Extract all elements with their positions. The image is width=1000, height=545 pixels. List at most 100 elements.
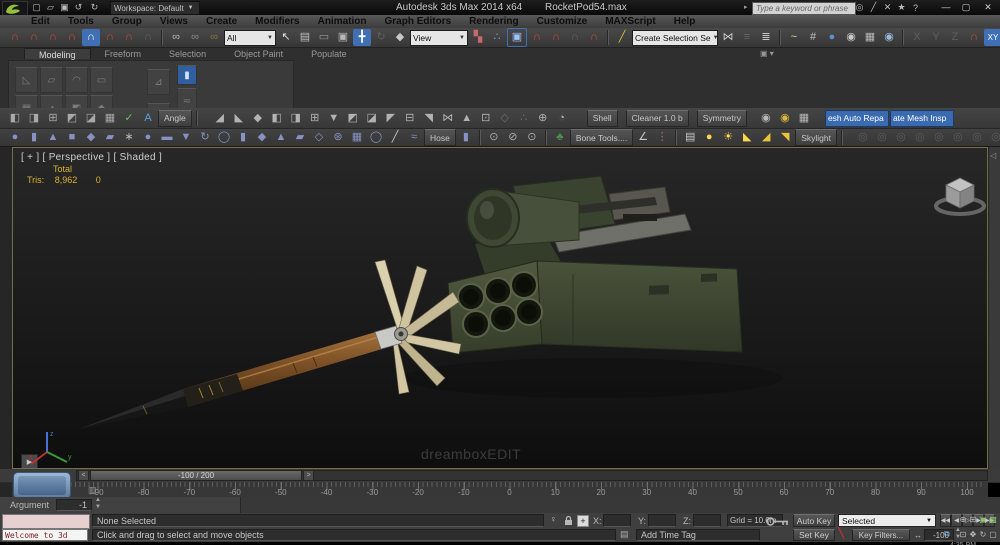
polygon-modeling-button[interactable]: ▮ <box>177 65 197 85</box>
maxscript-listener-input[interactable]: Welcome to 3d <box>2 529 88 541</box>
toolbar1-icon-6[interactable]: ▦ <box>101 110 119 127</box>
autogrid-icon[interactable]: A <box>139 110 157 127</box>
zoom-region-icon[interactable]: ⊡ <box>958 528 968 540</box>
rendered-frame-icon[interactable]: ▦ <box>861 29 879 46</box>
sun-light-icon[interactable]: ☀ <box>719 129 737 146</box>
sim-icon-2[interactable]: ◎ <box>873 129 891 146</box>
layer-manager-icon[interactable]: ≣ <box>757 29 775 46</box>
circle-icon[interactable]: ◯ <box>367 129 385 146</box>
collapse-icon[interactable]: ⊕ <box>534 110 552 127</box>
spot-light-2-icon[interactable]: ◢ <box>757 129 775 146</box>
snap-active-icon[interactable]: ∩ <box>82 29 100 46</box>
torus-icon[interactable]: ◯ <box>215 129 233 146</box>
viewport-label[interactable]: [ + ] [ Perspective ] [ Shaded ] <box>21 152 162 163</box>
region-select-icon[interactable]: ▭ <box>315 29 333 46</box>
bind-to-space-warp-icon[interactable]: ∞ <box>205 29 223 46</box>
named-sets-combo[interactable]: Create Selection Se▼ <box>632 30 718 46</box>
spindle-icon[interactable]: ▼ <box>177 129 195 146</box>
y-coord-field[interactable] <box>648 514 676 527</box>
smooth-icon[interactable]: ▲ <box>458 110 476 127</box>
sim-icon-6[interactable]: ◎ <box>949 129 967 146</box>
sim-icon-7[interactable]: ◎ <box>968 129 986 146</box>
select-mode-3-icon[interactable]: ⊙ <box>523 129 541 146</box>
set-key-button[interactable]: Set Key <box>793 529 835 541</box>
menu-edit[interactable]: Edit <box>22 15 59 28</box>
x-coord-field[interactable] <box>603 514 631 527</box>
cylinder-icon[interactable]: ▮ <box>25 129 43 146</box>
select-object-icon[interactable]: ↖ <box>277 29 295 46</box>
bone-icon[interactable]: ∠ <box>634 129 652 146</box>
toolbar1-icon-1[interactable]: ◧ <box>6 110 24 127</box>
add-time-tag-field[interactable]: Add Time Tag <box>636 529 760 541</box>
reference-coordinate-combo[interactable]: View▼ <box>410 30 468 46</box>
align-icon[interactable]: ≡ <box>738 29 756 46</box>
pan-icon[interactable]: ✥ <box>968 528 978 540</box>
relax-icon[interactable]: ⊡ <box>477 110 495 127</box>
timeline-ruler[interactable]: -100-90-80-70-60-50-40-30-20-10010203040… <box>12 482 988 498</box>
foliage-icon[interactable]: ♣ <box>551 129 569 146</box>
percent-snap-toggle-icon[interactable]: ∩ <box>566 29 584 46</box>
save-file-icon[interactable]: ▣ <box>58 1 71 14</box>
next-frame-button[interactable]: > <box>303 470 314 481</box>
maxscript-listener-pink[interactable] <box>2 514 90 529</box>
bone-tools-button[interactable]: Bone Tools.... <box>570 129 633 146</box>
spring-icon[interactable]: ≈ <box>405 129 423 146</box>
exchange-icon[interactable]: ✕ <box>881 1 894 14</box>
key-filters-button[interactable]: Key Filters... <box>852 529 910 541</box>
unlink-selection-icon[interactable]: ∞ <box>186 29 204 46</box>
restrict-xy-plane-icon[interactable]: XY <box>984 29 1000 46</box>
absolute-offset-toggle-icon[interactable]: + <box>577 515 589 527</box>
orbit-icon[interactable]: ↻ <box>978 528 988 540</box>
restrict-x-icon[interactable]: X <box>908 29 926 46</box>
bridge-icon[interactable]: ◨ <box>287 110 305 127</box>
menu-customize[interactable]: Customize <box>528 15 597 28</box>
open-file-icon[interactable]: ▱ <box>44 1 57 14</box>
viewcube[interactable] <box>929 156 988 220</box>
go-to-start-button[interactable]: ◀◀ <box>940 514 951 527</box>
spot-light-1-icon[interactable]: ◣ <box>738 129 756 146</box>
slice-icon[interactable]: ◤ <box>382 110 400 127</box>
snap-2d-icon[interactable]: ∩ <box>6 29 24 46</box>
snap-toggle-icon[interactable]: ∩ <box>63 29 81 46</box>
favorites-star-icon[interactable]: ★ <box>895 1 908 14</box>
cap-icon[interactable]: ◥ <box>420 110 438 127</box>
zoom-extents-all-icon[interactable]: ▩ <box>988 513 998 525</box>
polygon-modeling-button[interactable]: ◺ <box>15 67 38 93</box>
curve-editor-icon[interactable]: ~ <box>785 29 803 46</box>
tab-populate[interactable]: Populate <box>297 48 361 59</box>
time-slider-handle[interactable]: -100 / 200 <box>90 470 302 481</box>
hose-icon[interactable]: ▮ <box>457 129 475 146</box>
select-mode-1-icon[interactable]: ⊙ <box>485 129 503 146</box>
maximize-viewport-icon[interactable]: ▢ <box>988 528 998 540</box>
perspective-viewport[interactable]: [ + ] [ Perspective ] [ Shaded ] Total T… <box>12 147 988 469</box>
l-ext-icon[interactable]: ▰ <box>291 129 309 146</box>
menu-views[interactable]: Views <box>151 15 197 28</box>
inset-icon[interactable]: ◧ <box>268 110 286 127</box>
geosphere-icon[interactable]: ● <box>139 129 157 146</box>
teapot-icon[interactable]: ◉ <box>776 110 794 127</box>
menu-animation[interactable]: Animation <box>309 15 376 28</box>
search-expand-icon[interactable]: ▸ <box>744 3 748 11</box>
turbosmooth-icon[interactable]: ◔ <box>553 110 571 127</box>
prism-icon[interactable]: ▲ <box>272 129 290 146</box>
extrude-icon[interactable]: ◣ <box>230 110 248 127</box>
spinner-snap-icon[interactable]: ∩ <box>139 29 157 46</box>
minimize-button[interactable]: — <box>938 1 954 13</box>
hedra-icon[interactable]: ◇ <box>310 129 328 146</box>
key-mode-toggle-icon[interactable]: ⧉ <box>944 529 950 539</box>
connect-icon[interactable]: ⊞ <box>306 110 324 127</box>
select-and-scale-icon[interactable]: ◆ <box>391 29 409 46</box>
expand-panel-icon[interactable]: ◁ <box>990 151 996 160</box>
app-menu-button[interactable] <box>2 1 28 16</box>
tab-object-paint[interactable]: Object Paint <box>220 48 297 59</box>
argument-field[interactable]: -1 <box>56 499 92 511</box>
c-ext-icon[interactable]: ↻ <box>196 129 214 146</box>
oiltank-icon[interactable]: ▮ <box>234 129 252 146</box>
render-production-icon[interactable]: ◉ <box>880 29 898 46</box>
mesh-inspection-button[interactable]: ate Mesh Insp <box>890 110 954 127</box>
select-and-manipulate-icon[interactable]: ∴ <box>488 29 506 46</box>
keyboard-override-icon[interactable]: ▣ <box>507 28 527 47</box>
zoom-icon[interactable]: ⊕ <box>958 513 968 525</box>
sim-icon-4[interactable]: ◎ <box>911 129 929 146</box>
workspace-combo[interactable]: Workspace: Default ▼ <box>110 1 200 15</box>
